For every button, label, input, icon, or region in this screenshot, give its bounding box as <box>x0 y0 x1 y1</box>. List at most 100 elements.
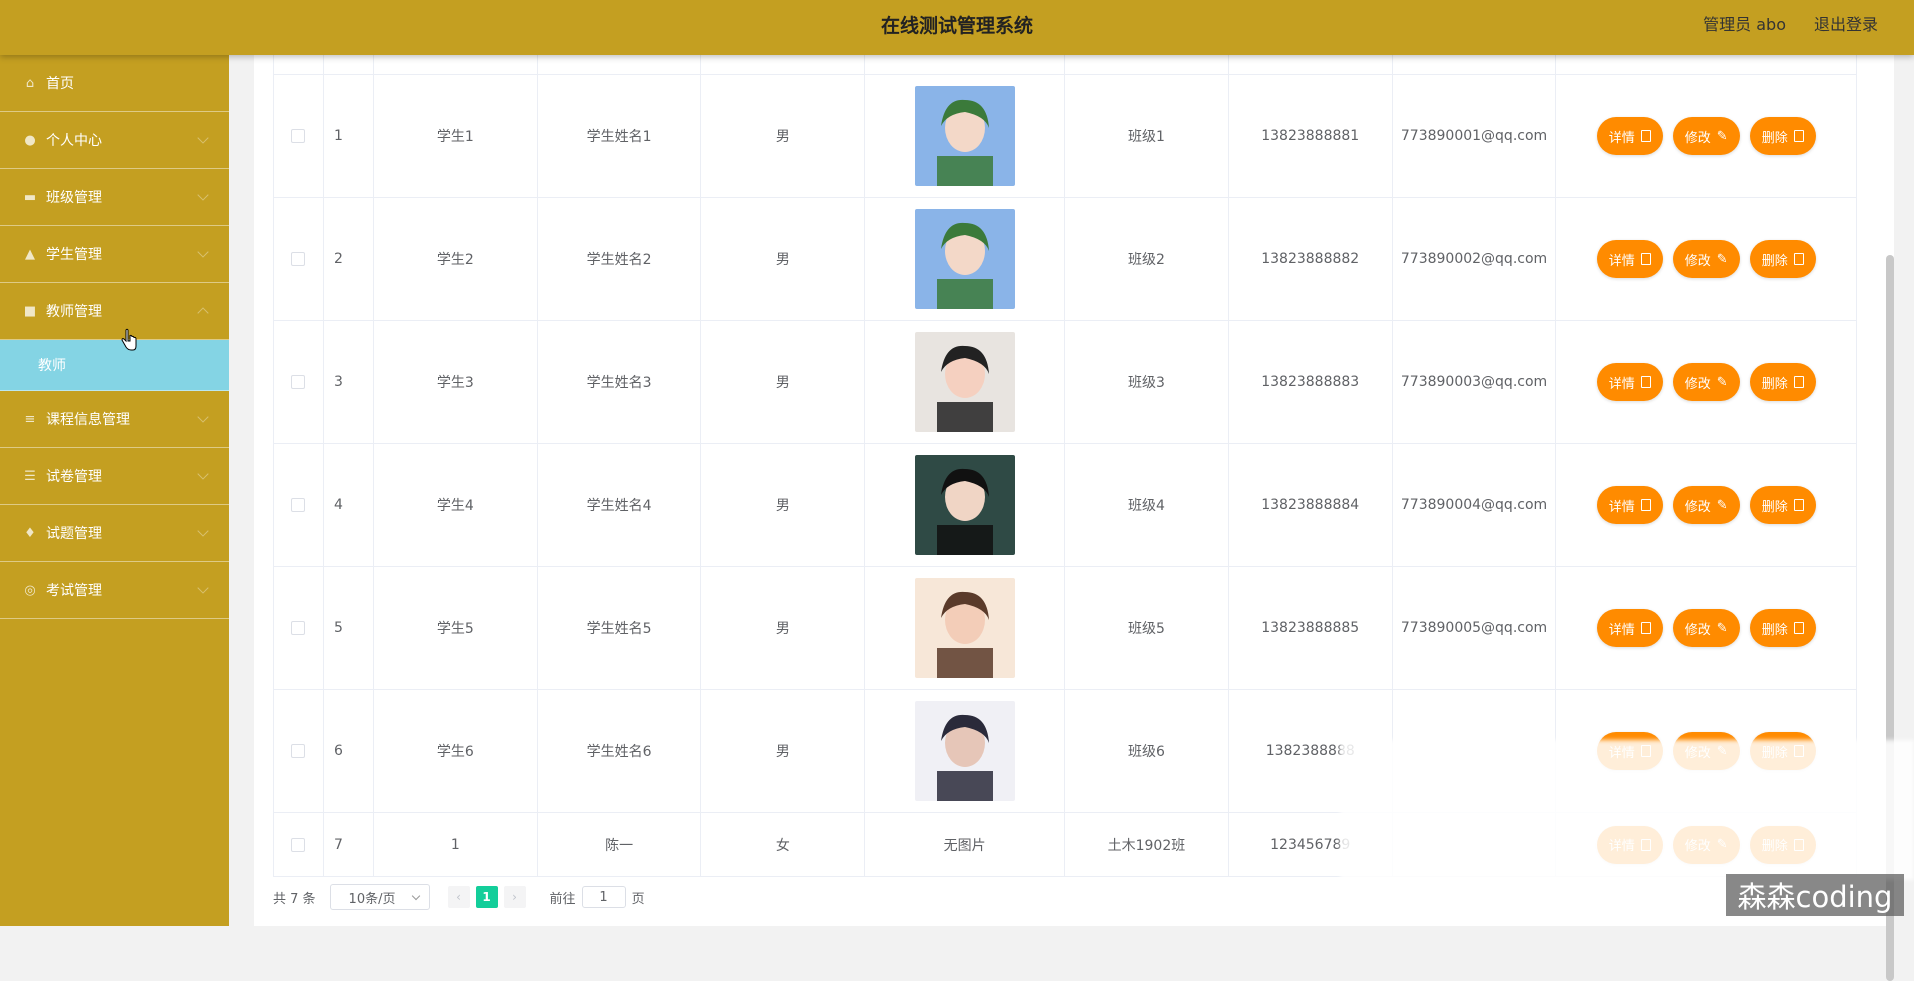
row-checkbox[interactable] <box>291 252 305 266</box>
sidebar-item-label: 班级管理 <box>46 187 102 207</box>
sidebar-item-course[interactable]: ≡ 课程信息管理 <box>0 391 229 448</box>
page-size-select[interactable]: 10条/页 <box>330 884 430 910</box>
delete-button[interactable]: 删除 <box>1750 486 1816 524</box>
row-checkbox[interactable] <box>291 621 305 635</box>
row-index: 2 <box>324 198 374 320</box>
student-account: 学生4 <box>374 444 538 566</box>
total-count: 共 7 条 <box>273 888 316 907</box>
delete-button[interactable]: 删除 <box>1750 240 1816 278</box>
delete-label: 删除 <box>1762 127 1788 146</box>
student-email: 773890001@qq.com <box>1393 75 1557 197</box>
row-actions: 详情 修改✎ 删除 <box>1556 75 1856 197</box>
row-checkbox[interactable] <box>291 129 305 143</box>
sidebar-item-exam[interactable]: ◎ 考试管理 <box>0 562 229 619</box>
edit-label: 修改 <box>1685 250 1711 269</box>
sidebar-subitem-label: 教师 <box>38 355 66 375</box>
edit-button[interactable]: 修改✎ <box>1673 609 1740 647</box>
hand-cursor-icon <box>120 328 138 352</box>
chevron-down-icon <box>197 582 208 593</box>
delete-button[interactable]: 删除 <box>1750 117 1816 155</box>
student-phone: 13823888881 <box>1229 75 1393 197</box>
sidebar-item-personal[interactable]: ● 个人中心 <box>0 112 229 169</box>
photo-cell <box>865 567 1065 689</box>
student-email: 773890004@qq.com <box>1393 444 1557 566</box>
sidebar-item-question[interactable]: ♦ 试题管理 <box>0 505 229 562</box>
student-class: 班级5 <box>1065 567 1229 689</box>
student-phone: 13823888882 <box>1229 198 1393 320</box>
student-sex: 男 <box>701 198 865 320</box>
photo-cell <box>865 75 1065 197</box>
student-class: 土木1902班 <box>1065 813 1229 876</box>
sidebar-item-paper[interactable]: ☰ 试卷管理 <box>0 448 229 505</box>
row-index: 5 <box>324 567 374 689</box>
home-icon: ⌂ <box>22 75 38 91</box>
student-name: 学生姓名2 <box>538 198 702 320</box>
sidebar-item-class[interactable]: ▬ 班级管理 <box>0 169 229 226</box>
chevron-down-icon <box>411 892 419 900</box>
student-phone: 13823888884 <box>1229 444 1393 566</box>
row-actions: 详情 修改✎ 删除 <box>1556 567 1856 689</box>
goto-suffix: 页 <box>632 888 645 907</box>
sidebar-subitem-teacher[interactable]: 教师 <box>0 340 229 391</box>
student-class: 班级3 <box>1065 321 1229 443</box>
sidebar-item-label: 考试管理 <box>46 580 102 600</box>
chevron-down-icon <box>197 189 208 200</box>
chevron-down-icon <box>197 411 208 422</box>
sidebar-item-label: 教师管理 <box>46 301 102 321</box>
sidebar-item-home[interactable]: ⌂ 首页 <box>0 55 229 112</box>
prev-page-button[interactable]: ‹ <box>448 886 470 908</box>
student-name: 学生姓名5 <box>538 567 702 689</box>
detail-label: 详情 <box>1609 619 1635 638</box>
table-row: 1 学生1 学生姓名1 男 班级1 13823888881 773890001@… <box>274 75 1856 198</box>
detail-button[interactable]: 详情 <box>1597 363 1663 401</box>
avatar-photo <box>915 455 1015 555</box>
edit-button[interactable]: 修改✎ <box>1673 486 1740 524</box>
detail-label: 详情 <box>1609 127 1635 146</box>
delete-button[interactable]: 删除 <box>1750 363 1816 401</box>
sidebar-item-teacher[interactable]: ■ 教师管理 <box>0 283 229 340</box>
sidebar: ⌂ 首页 ● 个人中心 ▬ 班级管理 ▲ 学生管理 ■ 教师管理 教师 ≡ 课程… <box>0 55 229 926</box>
edit-label: 修改 <box>1685 619 1711 638</box>
detail-button[interactable]: 详情 <box>1597 240 1663 278</box>
pencil-icon: ✎ <box>1717 375 1728 390</box>
edit-button[interactable]: 修改✎ <box>1673 240 1740 278</box>
student-account: 学生1 <box>374 75 538 197</box>
student-name: 学生姓名1 <box>538 75 702 197</box>
student-phone: 13823888885 <box>1229 567 1393 689</box>
student-email: 773890005@qq.com <box>1393 567 1557 689</box>
logout-link[interactable]: 退出登录 <box>1814 0 1878 50</box>
watermark: 森森coding <box>1726 874 1904 916</box>
next-page-button[interactable]: › <box>504 886 526 908</box>
detail-button[interactable]: 详情 <box>1597 609 1663 647</box>
row-index: 3 <box>324 321 374 443</box>
avatar-photo <box>915 209 1015 309</box>
delete-label: 删除 <box>1762 496 1788 515</box>
edit-button[interactable]: 修改✎ <box>1673 363 1740 401</box>
row-checkbox[interactable] <box>291 838 305 852</box>
student-sex: 男 <box>701 321 865 443</box>
chevron-down-icon <box>197 132 208 143</box>
row-checkbox[interactable] <box>291 744 305 758</box>
goto-label: 前往 <box>550 888 576 907</box>
goto-page-input[interactable] <box>582 886 626 908</box>
edit-button[interactable]: 修改✎ <box>1673 117 1740 155</box>
row-checkbox[interactable] <box>291 498 305 512</box>
row-checkbox[interactable] <box>291 375 305 389</box>
avatar-photo <box>915 578 1015 678</box>
table-row: 4 学生4 学生姓名4 男 班级4 13823888884 773890004@… <box>274 444 1856 567</box>
current-page-button[interactable]: 1 <box>476 886 498 908</box>
teacher-icon: ■ <box>22 303 38 319</box>
delete-button[interactable]: 删除 <box>1750 609 1816 647</box>
document-icon <box>1641 622 1651 634</box>
student-class: 班级2 <box>1065 198 1229 320</box>
student-class: 班级4 <box>1065 444 1229 566</box>
sidebar-item-label: 课程信息管理 <box>46 409 130 429</box>
student-account: 学生3 <box>374 321 538 443</box>
detail-button[interactable]: 详情 <box>1597 486 1663 524</box>
chevron-down-icon <box>197 525 208 536</box>
document-icon <box>1641 376 1651 388</box>
document-icon <box>1641 253 1651 265</box>
sidebar-item-student[interactable]: ▲ 学生管理 <box>0 226 229 283</box>
student-email: 773890002@qq.com <box>1393 198 1557 320</box>
detail-button[interactable]: 详情 <box>1597 117 1663 155</box>
